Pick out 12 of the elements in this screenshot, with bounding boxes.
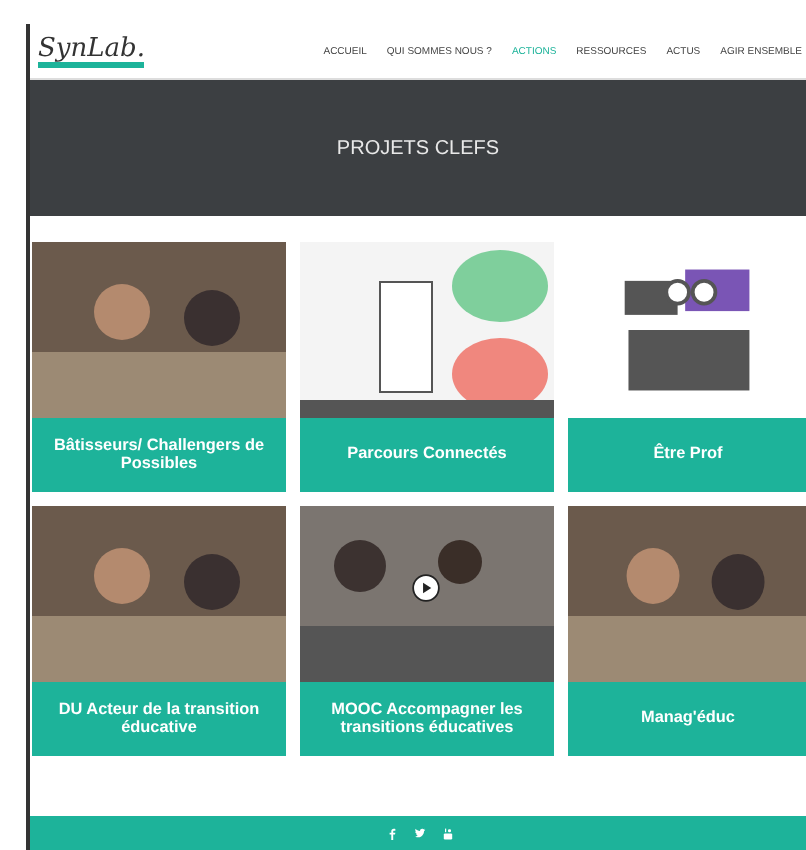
project-title-link[interactable]: MOOC Accompagner les transitions éducatives xyxy=(300,682,554,756)
project-title-link[interactable]: Manag'éduc xyxy=(568,682,806,756)
project-title-link[interactable]: Bâtisseurs/ Challengers de Possibles xyxy=(32,418,286,492)
facebook-icon[interactable] xyxy=(386,827,398,839)
project-title-link[interactable]: Être Prof xyxy=(568,418,806,492)
project-title-link[interactable]: DU Acteur de la transition éducative xyxy=(32,682,286,756)
project-title-link[interactable]: Parcours Connectés xyxy=(300,418,554,492)
logo[interactable]: SynLab. xyxy=(38,35,145,67)
twitter-icon[interactable] xyxy=(414,827,426,839)
youtube-icon[interactable] xyxy=(442,827,454,839)
play-icon[interactable] xyxy=(412,574,440,602)
page-title: PROJETS CLEFS xyxy=(336,137,500,159)
